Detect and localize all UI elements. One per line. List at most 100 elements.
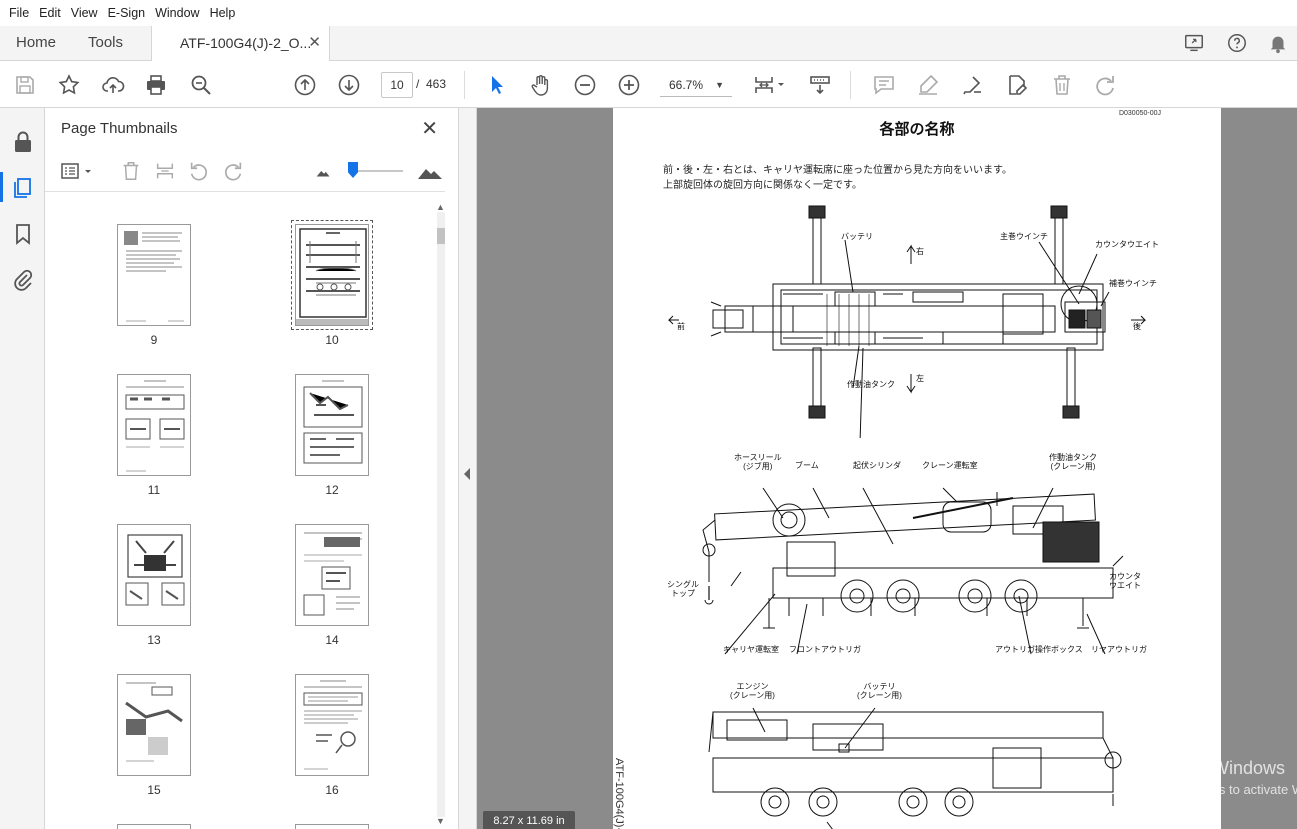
thumbnail-options-icon[interactable] — [60, 160, 94, 182]
tab-bar: Home Tools ATF-100G4(J)-2_O... ✕ — [0, 26, 1297, 61]
thumbnail-scrollbar[interactable]: ▲ ▼ — [435, 202, 447, 827]
menu-bar: File Edit View E-Sign Window Help — [0, 0, 1297, 26]
label-right: 右 — [916, 247, 924, 256]
scroll-thumb[interactable] — [437, 228, 445, 244]
thumbnail-page-9[interactable] — [117, 224, 191, 326]
label-battery-crane: バッテリ (クレーン用) — [857, 682, 902, 700]
thumbnail-page-11[interactable] — [117, 374, 191, 476]
panel-collapse-handle[interactable] — [459, 108, 477, 829]
menu-file[interactable]: File — [4, 6, 34, 20]
page-total: 463 — [426, 77, 447, 91]
zoom-search-icon[interactable] — [189, 73, 213, 97]
rotate-right-icon[interactable] — [222, 160, 244, 182]
extract-page-icon[interactable] — [154, 160, 176, 182]
edit-document-icon[interactable] — [1005, 73, 1029, 97]
label-battery: バッテリ — [841, 232, 873, 241]
page-thumbnails-icon[interactable] — [11, 176, 35, 200]
bookmark-icon[interactable] — [11, 222, 35, 246]
menu-esign[interactable]: E-Sign — [103, 6, 151, 20]
attachment-paperclip-icon[interactable] — [11, 268, 35, 292]
upload-cloud-icon[interactable] — [101, 73, 125, 97]
main-toolbar: 10 / 463 66.7% ▼ — [0, 62, 1297, 108]
tab-home[interactable]: Home — [16, 26, 56, 60]
thumbnail-label: 16 — [325, 783, 339, 797]
chevron-down-icon: ▼ — [715, 80, 724, 90]
menu-edit[interactable]: Edit — [34, 6, 66, 20]
fit-page-icon[interactable] — [752, 73, 788, 97]
toolbar-divider — [464, 71, 465, 99]
thumbnail-page-18[interactable] — [295, 824, 369, 829]
label-engine-crane: エンジン (クレーン用) — [730, 682, 775, 700]
redo-icon[interactable] — [1093, 73, 1117, 97]
select-cursor-icon[interactable] — [485, 73, 509, 97]
page-separator: / — [416, 77, 420, 91]
thumbnail-label: 15 — [147, 783, 161, 797]
page-heading: 各部の名称 — [879, 121, 955, 138]
thumbnail-page-14[interactable] — [295, 524, 369, 626]
hand-tool-icon[interactable] — [529, 73, 553, 97]
scroll-up-icon[interactable]: ▲ — [436, 202, 445, 212]
zoom-out-icon[interactable] — [573, 73, 597, 97]
thumbnail-size-slider[interactable] — [353, 170, 403, 172]
panel-title: Page Thumbnails — [61, 120, 178, 137]
thumbnail-label: 14 — [325, 633, 339, 647]
label-hydraulic-tank-crane: 作動油タンク (クレーン用) — [1049, 453, 1097, 471]
scroll-down-icon[interactable]: ▼ — [436, 816, 445, 826]
label-counterweight-side: カウンタ ウエイト — [1109, 572, 1141, 590]
active-indicator — [0, 172, 3, 202]
next-page-icon[interactable] — [337, 73, 361, 97]
tab-tools[interactable]: Tools — [88, 26, 123, 60]
activate-windows-watermark: Activate Windows — [1143, 758, 1286, 778]
crane-side-view-diagram — [702, 487, 1124, 655]
page-number-input[interactable]: 10 — [381, 72, 413, 98]
menu-help[interactable]: Help — [205, 6, 241, 20]
delete-icon[interactable] — [1050, 73, 1074, 97]
thumbnail-page-16[interactable] — [295, 674, 369, 776]
tab-document[interactable]: ATF-100G4(J)-2_O... ✕ — [151, 26, 330, 61]
collapse-arrow-icon — [464, 468, 470, 480]
page-body-text: 上部旋回体の旋回方向に関係なく一定です。 — [663, 180, 862, 191]
label-left: 左 — [916, 374, 924, 383]
bookmark-star-icon[interactable] — [57, 73, 81, 97]
menu-view[interactable]: View — [66, 6, 103, 20]
scroll-mode-icon[interactable] — [808, 73, 832, 97]
label-carrier-cab: キャリヤ運転室 — [723, 645, 779, 654]
notifications-bell-icon[interactable] — [1267, 32, 1289, 54]
delete-page-icon[interactable] — [120, 160, 142, 182]
thumbnail-label: 12 — [325, 483, 339, 497]
page-code: D030050-00J — [1118, 110, 1161, 117]
previous-page-icon[interactable] — [293, 73, 317, 97]
thumbnail-page-15[interactable] — [117, 674, 191, 776]
thumbnail-page-17[interactable] — [117, 824, 191, 829]
small-thumbnail-mountain-icon[interactable] — [313, 160, 335, 182]
comment-icon[interactable] — [872, 73, 896, 97]
label-front: 前 — [677, 322, 685, 331]
zoom-in-icon[interactable] — [617, 73, 641, 97]
left-navigation-rail — [0, 108, 45, 829]
label-hose-reel: ホースリール (ジブ用) — [734, 453, 782, 471]
share-screen-icon[interactable] — [1183, 32, 1205, 54]
zoom-level-select[interactable]: 66.7% ▼ — [660, 73, 732, 97]
highlight-pen-icon[interactable] — [916, 73, 940, 97]
thumbnail-page-12[interactable] — [295, 374, 369, 476]
lock-icon[interactable] — [11, 130, 35, 154]
crane-bottom-side-diagram — [708, 707, 1122, 829]
print-icon[interactable] — [144, 73, 168, 97]
slider-handle[interactable] — [348, 162, 358, 178]
thumbnail-toolbar — [45, 150, 445, 192]
close-panel-icon[interactable]: ✕ — [421, 116, 438, 141]
close-tab-icon[interactable]: ✕ — [308, 26, 321, 60]
help-icon[interactable] — [1226, 32, 1248, 54]
draw-sign-icon[interactable] — [960, 73, 984, 97]
document-tab-title: ATF-100G4(J)-2_O... — [180, 35, 312, 51]
thumbnail-page-10[interactable] — [291, 220, 373, 330]
label-counterweight: カウンタウエイト — [1095, 240, 1159, 249]
scroll-track[interactable] — [437, 212, 445, 817]
save-icon[interactable] — [13, 73, 37, 97]
rotate-left-icon[interactable] — [188, 160, 210, 182]
thumbnail-page-13[interactable] — [117, 524, 191, 626]
menu-window[interactable]: Window — [150, 6, 204, 20]
document-viewport[interactable]: D030050-00J 各部の名称 前・後・左・右とは、キャリヤ運転席に座った位… — [477, 108, 1297, 829]
large-thumbnail-mountain-icon[interactable] — [417, 160, 443, 182]
thumbnail-label: 11 — [147, 483, 161, 497]
